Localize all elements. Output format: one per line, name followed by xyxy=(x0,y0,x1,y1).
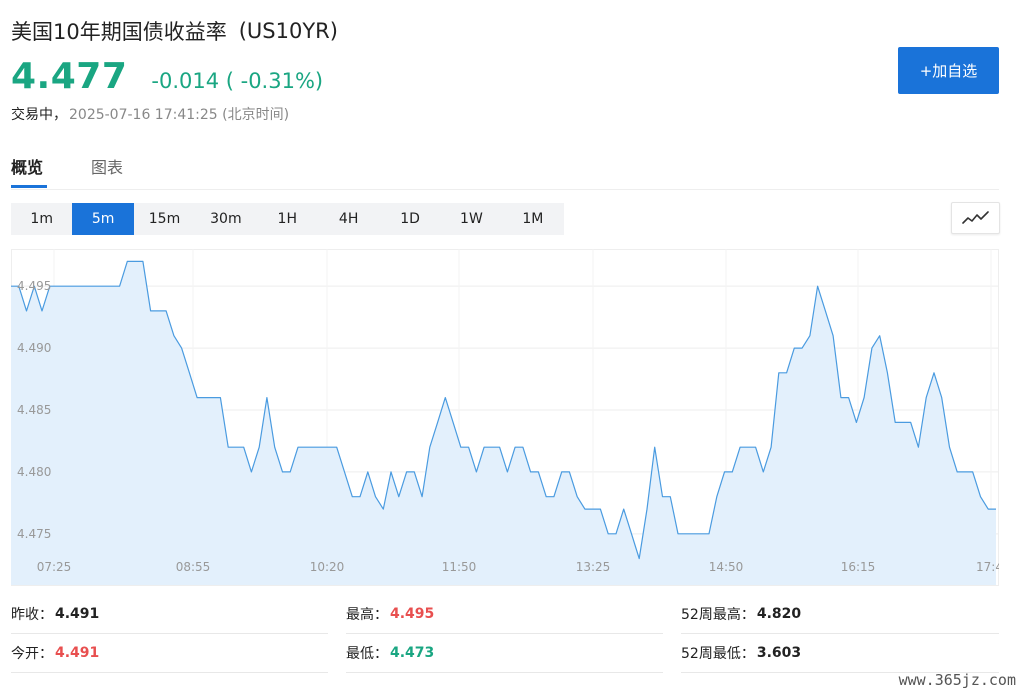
instrument-code: (US10YR) xyxy=(238,19,338,43)
y-tick-label: 4.485 xyxy=(17,403,51,417)
stat-label: 52周最高： xyxy=(681,607,755,623)
x-tick-label: 14:50 xyxy=(709,560,744,574)
y-tick-label: 4.495 xyxy=(17,279,51,293)
period-1d[interactable]: 1D xyxy=(379,203,440,235)
stats-row: 今开： 4.491 最低： 4.473 52周最低： 3.603 xyxy=(11,634,999,673)
x-tick-label: 11:50 xyxy=(442,560,477,574)
instrument-title: 美国10年期国债收益率 (US10YR) xyxy=(11,14,338,48)
period-selector: 1m 5m 15m 30m 1H 4H 1D 1W 1M xyxy=(11,203,564,235)
last-price: 4.477 xyxy=(11,56,128,97)
period-5m[interactable]: 5m xyxy=(72,203,134,235)
stat-value: 4.491 xyxy=(55,645,100,661)
y-tick-label: 4.490 xyxy=(17,341,51,355)
stat-value: 4.473 xyxy=(390,645,435,661)
period-1mo[interactable]: 1M xyxy=(502,203,563,235)
stat-52w-high: 52周最高： 4.820 xyxy=(681,595,999,634)
instrument-name: 美国10年期国债收益率 xyxy=(11,20,227,44)
chart-type-button[interactable] xyxy=(951,202,1000,234)
period-1w[interactable]: 1W xyxy=(441,203,502,235)
y-tick-label: 4.475 xyxy=(17,527,51,541)
period-1h[interactable]: 1H xyxy=(257,203,318,235)
x-tick-label: 16:15 xyxy=(841,560,876,574)
y-tick-label: 4.480 xyxy=(17,465,51,479)
stat-high: 最高： 4.495 xyxy=(346,595,663,634)
stat-52w-low: 52周最低： 3.603 xyxy=(681,634,999,673)
trading-status: 交易中， 2025-07-16 17:41:25 (北京时间) xyxy=(11,104,289,124)
stat-value: 4.491 xyxy=(55,606,100,622)
line-chart-icon xyxy=(961,211,989,224)
period-30m[interactable]: 30m xyxy=(195,203,256,235)
status-time: 2025-07-16 17:41:25 (北京时间) xyxy=(69,107,290,123)
period-15m[interactable]: 15m xyxy=(134,203,195,235)
quote-row: 4.477 -0.014 ( -0.31%) xyxy=(11,56,323,97)
x-tick-label: 13:25 xyxy=(576,560,611,574)
stat-value: 3.603 xyxy=(756,645,802,661)
period-4h[interactable]: 4H xyxy=(318,203,379,235)
x-tick-label: 17:4 xyxy=(976,560,999,574)
price-change: -0.014 ( -0.31%) xyxy=(151,69,324,93)
quote-stats: 昨收： 4.491 最高： 4.495 52周最高： 4.820 今开： 4.4… xyxy=(11,595,999,673)
stat-label: 52周最低： xyxy=(681,646,755,662)
stat-label: 昨收： xyxy=(11,607,53,623)
view-tabs: 概览 图表 xyxy=(11,150,999,190)
site-watermark: www.365jz.com xyxy=(898,671,1016,689)
stat-open: 今开： 4.491 xyxy=(11,634,328,673)
price-chart-svg: 4.475 4.480 4.485 4.490 4.495 07:25 08:55 10:20… xyxy=(11,249,1003,586)
status-label: 交易中， xyxy=(11,107,67,123)
stat-value: 4.820 xyxy=(756,606,802,622)
active-tab-indicator xyxy=(11,185,47,188)
period-1m[interactable]: 1m xyxy=(11,203,72,235)
x-tick-label: 10:20 xyxy=(310,560,345,574)
x-tick-label: 07:25 xyxy=(37,560,72,574)
stat-value: 4.495 xyxy=(390,606,435,622)
price-area-fill xyxy=(11,261,996,585)
add-to-watchlist-button[interactable]: +加自选 xyxy=(898,47,999,94)
tab-chart[interactable]: 图表 xyxy=(91,154,123,190)
price-chart: 4.475 4.480 4.485 4.490 4.495 07:25 08:55 10:20… xyxy=(11,249,1003,591)
x-tick-label: 08:55 xyxy=(176,560,211,574)
stat-label: 今开： xyxy=(11,646,53,662)
stat-prev-close: 昨收： 4.491 xyxy=(11,595,328,634)
stat-label: 最低： xyxy=(346,646,388,662)
stats-row: 昨收： 4.491 最高： 4.495 52周最高： 4.820 xyxy=(11,595,999,634)
stat-low: 最低： 4.473 xyxy=(346,634,663,673)
stat-label: 最高： xyxy=(346,607,388,623)
